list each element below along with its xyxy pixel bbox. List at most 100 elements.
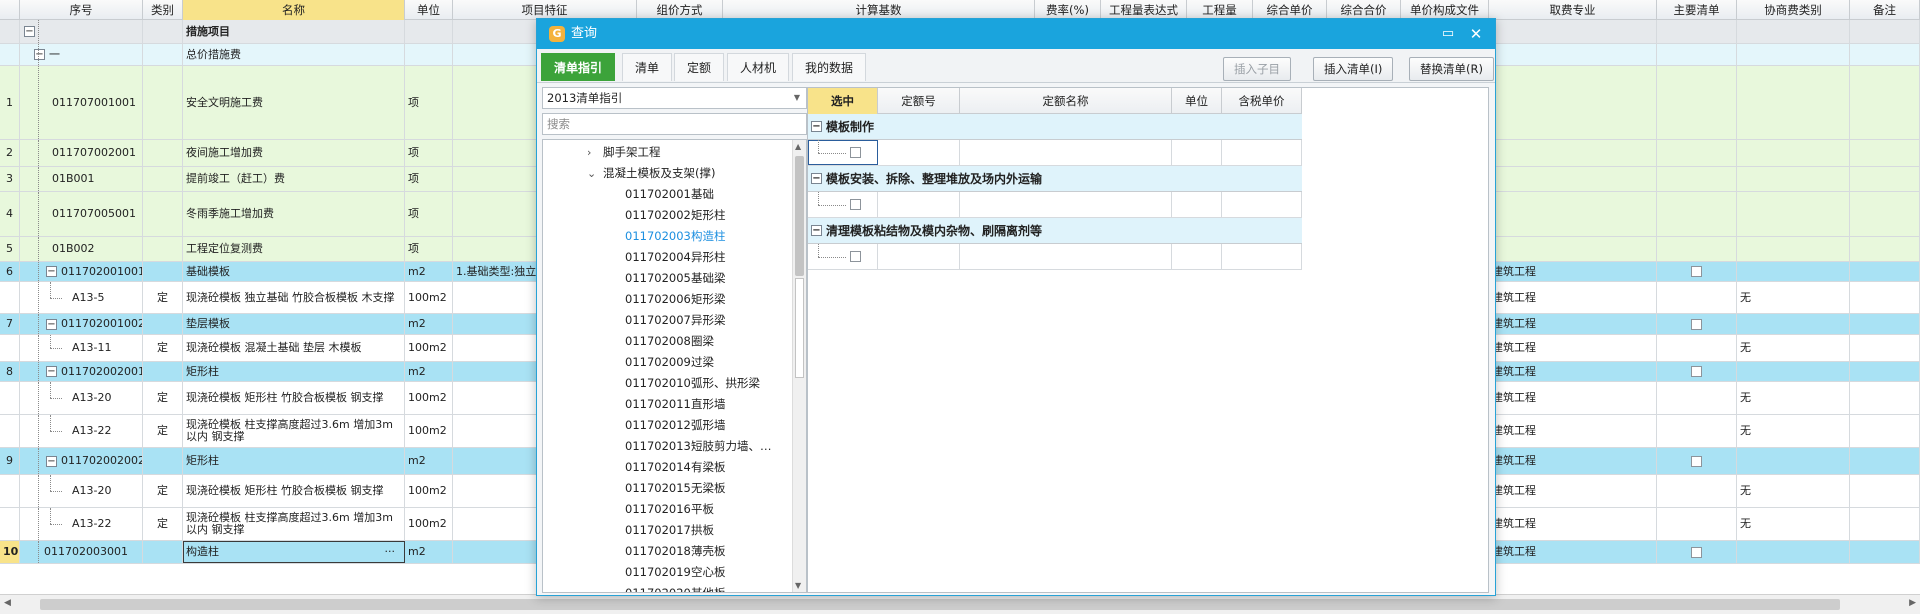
type-cell[interactable]: [143, 167, 183, 191]
tree-item[interactable]: 011702017拱板: [625, 520, 714, 541]
fee-specialty-cell[interactable]: [1489, 237, 1657, 261]
dialog-title-bar[interactable]: G 查询 ▭ ✕: [537, 19, 1495, 49]
close-icon[interactable]: ✕: [1467, 25, 1485, 43]
tree-item[interactable]: 011702018薄壳板: [625, 541, 726, 562]
name-cell[interactable]: 现浇砼模板 独立基础 竹胶合板模板 木支撑: [183, 282, 405, 313]
fee-specialty-cell[interactable]: [1489, 140, 1657, 166]
type-cell[interactable]: [143, 541, 183, 563]
tree-item[interactable]: 011702002矩形柱: [625, 205, 726, 226]
main-list-cell[interactable]: [1657, 140, 1737, 166]
tab-list[interactable]: 清单: [622, 53, 673, 81]
unit-cell[interactable]: 项: [405, 66, 453, 139]
tree-item[interactable]: 011702004异形柱: [625, 247, 726, 268]
fee-specialty-cell[interactable]: 建筑工程: [1489, 262, 1657, 281]
remark-cell[interactable]: [1850, 167, 1920, 191]
remark-cell[interactable]: [1850, 44, 1920, 65]
type-cell[interactable]: [143, 140, 183, 166]
fee-specialty-cell[interactable]: 建筑工程: [1489, 541, 1657, 563]
column-header[interactable]: [0, 0, 20, 20]
remark-cell[interactable]: [1850, 237, 1920, 261]
type-cell[interactable]: 定: [143, 475, 183, 507]
name-cell[interactable]: 工程定位复测费: [183, 237, 405, 261]
fee-specialty-cell[interactable]: 建筑工程: [1489, 335, 1657, 361]
name-cell[interactable]: 夜间施工增加费: [183, 140, 405, 166]
tab-my-data[interactable]: 我的数据: [792, 53, 867, 81]
unit-cell[interactable]: 100m2: [405, 382, 453, 414]
quota-column-header[interactable]: 含税单价: [1222, 88, 1302, 114]
type-cell[interactable]: 定: [143, 415, 183, 447]
name-cell[interactable]: 安全文明施工费: [183, 66, 405, 139]
collapse-toggle-icon[interactable]: −: [46, 266, 57, 277]
column-header[interactable]: 计算基数: [723, 0, 1035, 20]
column-header[interactable]: 综合单价: [1253, 0, 1327, 20]
select-checkbox[interactable]: [850, 199, 861, 210]
negotiated-fee-cell[interactable]: [1737, 314, 1850, 334]
tree-item[interactable]: 011702012弧形墙: [625, 415, 726, 436]
quota-section[interactable]: − 模板制作: [808, 114, 1302, 140]
remark-cell[interactable]: [1850, 282, 1920, 313]
tab-materials[interactable]: 人材机: [727, 53, 790, 81]
remark-cell[interactable]: [1850, 508, 1920, 540]
column-header[interactable]: 类别: [143, 0, 183, 20]
remark-cell[interactable]: [1850, 382, 1920, 414]
type-cell[interactable]: 定: [143, 382, 183, 414]
scroll-left-arrow-icon[interactable]: ◀: [4, 598, 11, 608]
negotiated-fee-cell[interactable]: [1737, 167, 1850, 191]
quota-column-header[interactable]: 定额号: [878, 88, 960, 114]
fee-specialty-cell[interactable]: [1489, 44, 1657, 65]
main-list-cell[interactable]: [1657, 314, 1737, 334]
column-header[interactable]: 单位: [405, 0, 453, 20]
maximize-icon[interactable]: ▭: [1439, 25, 1457, 43]
collapse-toggle-icon[interactable]: −: [46, 366, 57, 377]
name-cell[interactable]: 现浇砼模板 柱支撑高度超过3.6m 增加3m以内 钢支撑: [183, 415, 405, 447]
collapse-toggle-icon[interactable]: −: [811, 173, 822, 184]
fee-specialty-cell[interactable]: 建筑工程: [1489, 282, 1657, 313]
fee-specialty-cell[interactable]: [1489, 167, 1657, 191]
unit-cell[interactable]: 100m2: [405, 335, 453, 361]
column-header[interactable]: 项目特征: [453, 0, 637, 20]
column-header[interactable]: 协商费类别: [1737, 0, 1850, 20]
tree-item[interactable]: 011702007异形梁: [625, 310, 726, 331]
quota-cell[interactable]: [878, 192, 960, 217]
quota-column-header[interactable]: 定额名称: [960, 88, 1172, 114]
negotiated-fee-cell[interactable]: [1737, 20, 1850, 43]
unit-cell[interactable]: 项: [405, 140, 453, 166]
dropdown-caret-icon[interactable]: ▼: [794, 88, 800, 108]
type-cell[interactable]: [143, 448, 183, 474]
scrollbar-thumb[interactable]: [40, 599, 1840, 610]
scroll-up-arrow-icon[interactable]: ▲: [795, 142, 801, 151]
type-cell[interactable]: [143, 262, 183, 281]
unit-cell[interactable]: 100m2: [405, 508, 453, 540]
quota-cell[interactable]: [960, 192, 1172, 217]
main-list-cell[interactable]: [1657, 541, 1737, 563]
remark-cell[interactable]: [1850, 448, 1920, 474]
type-cell[interactable]: [143, 237, 183, 261]
quota-row[interactable]: [808, 192, 1302, 218]
collapse-toggle-icon[interactable]: −: [46, 318, 57, 330]
type-cell[interactable]: [143, 362, 183, 381]
main-list-cell[interactable]: [1657, 335, 1737, 361]
unit-cell[interactable]: 项: [405, 237, 453, 261]
negotiated-fee-cell[interactable]: 无: [1737, 382, 1850, 414]
quota-column-header[interactable]: 单位: [1172, 88, 1222, 114]
main-list-cell[interactable]: [1657, 282, 1737, 313]
search-input[interactable]: [542, 113, 807, 135]
chevron-down-icon[interactable]: ⌄: [587, 163, 599, 184]
fee-specialty-cell[interactable]: 建筑工程: [1489, 382, 1657, 414]
collapse-toggle-icon[interactable]: −: [34, 49, 45, 60]
main-list-cell[interactable]: [1657, 262, 1737, 281]
tree-scrollbar-thumb[interactable]: [795, 156, 804, 276]
quota-cell[interactable]: [1172, 140, 1222, 165]
main-list-checkbox[interactable]: [1691, 266, 1702, 277]
negotiated-fee-cell[interactable]: 无: [1737, 335, 1850, 361]
main-list-cell[interactable]: [1657, 192, 1737, 236]
unit-cell[interactable]: m2: [405, 262, 453, 281]
collapse-toggle-icon[interactable]: −: [811, 225, 822, 236]
name-cell[interactable]: 提前竣工（赶工）费: [183, 167, 405, 191]
library-select[interactable]: 2013清单指引 ▼: [542, 87, 807, 109]
negotiated-fee-cell[interactable]: [1737, 66, 1850, 139]
column-header[interactable]: 序号: [20, 0, 143, 20]
column-header[interactable]: 名称: [183, 0, 405, 20]
unit-cell[interactable]: 100m2: [405, 415, 453, 447]
column-header[interactable]: 工程量表达式: [1101, 0, 1187, 20]
